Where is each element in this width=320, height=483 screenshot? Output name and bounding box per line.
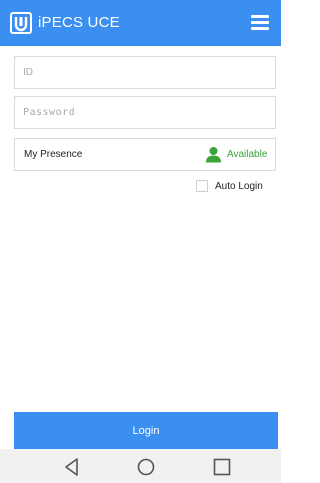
home-circle-icon[interactable] (135, 456, 157, 478)
presence-label: My Presence (24, 149, 83, 160)
recents-square-icon[interactable] (211, 456, 233, 478)
back-triangle-icon[interactable] (61, 456, 83, 478)
hamburger-menu-icon[interactable] (249, 12, 271, 34)
menu-bar (251, 21, 269, 24)
id-input[interactable] (15, 57, 275, 88)
auto-login-label: Auto Login (215, 181, 263, 192)
id-field-container (14, 56, 276, 89)
menu-bar (251, 15, 269, 18)
app-header: iPECS UCE (0, 0, 281, 46)
app-screen: iPECS UCE My Presence Available Auto Log… (0, 0, 281, 483)
password-field-container (14, 96, 276, 129)
system-nav-bar (0, 449, 281, 483)
ipecs-logo-icon (10, 12, 32, 34)
login-button[interactable]: Login (14, 412, 278, 449)
auto-login-checkbox[interactable] (196, 180, 208, 192)
menu-bar (251, 27, 269, 30)
app-title: iPECS UCE (38, 14, 120, 31)
presence-selector[interactable]: My Presence Available (14, 138, 276, 171)
presence-status: Available (227, 149, 268, 160)
password-input[interactable] (15, 97, 275, 128)
user-presence-icon (206, 147, 221, 163)
